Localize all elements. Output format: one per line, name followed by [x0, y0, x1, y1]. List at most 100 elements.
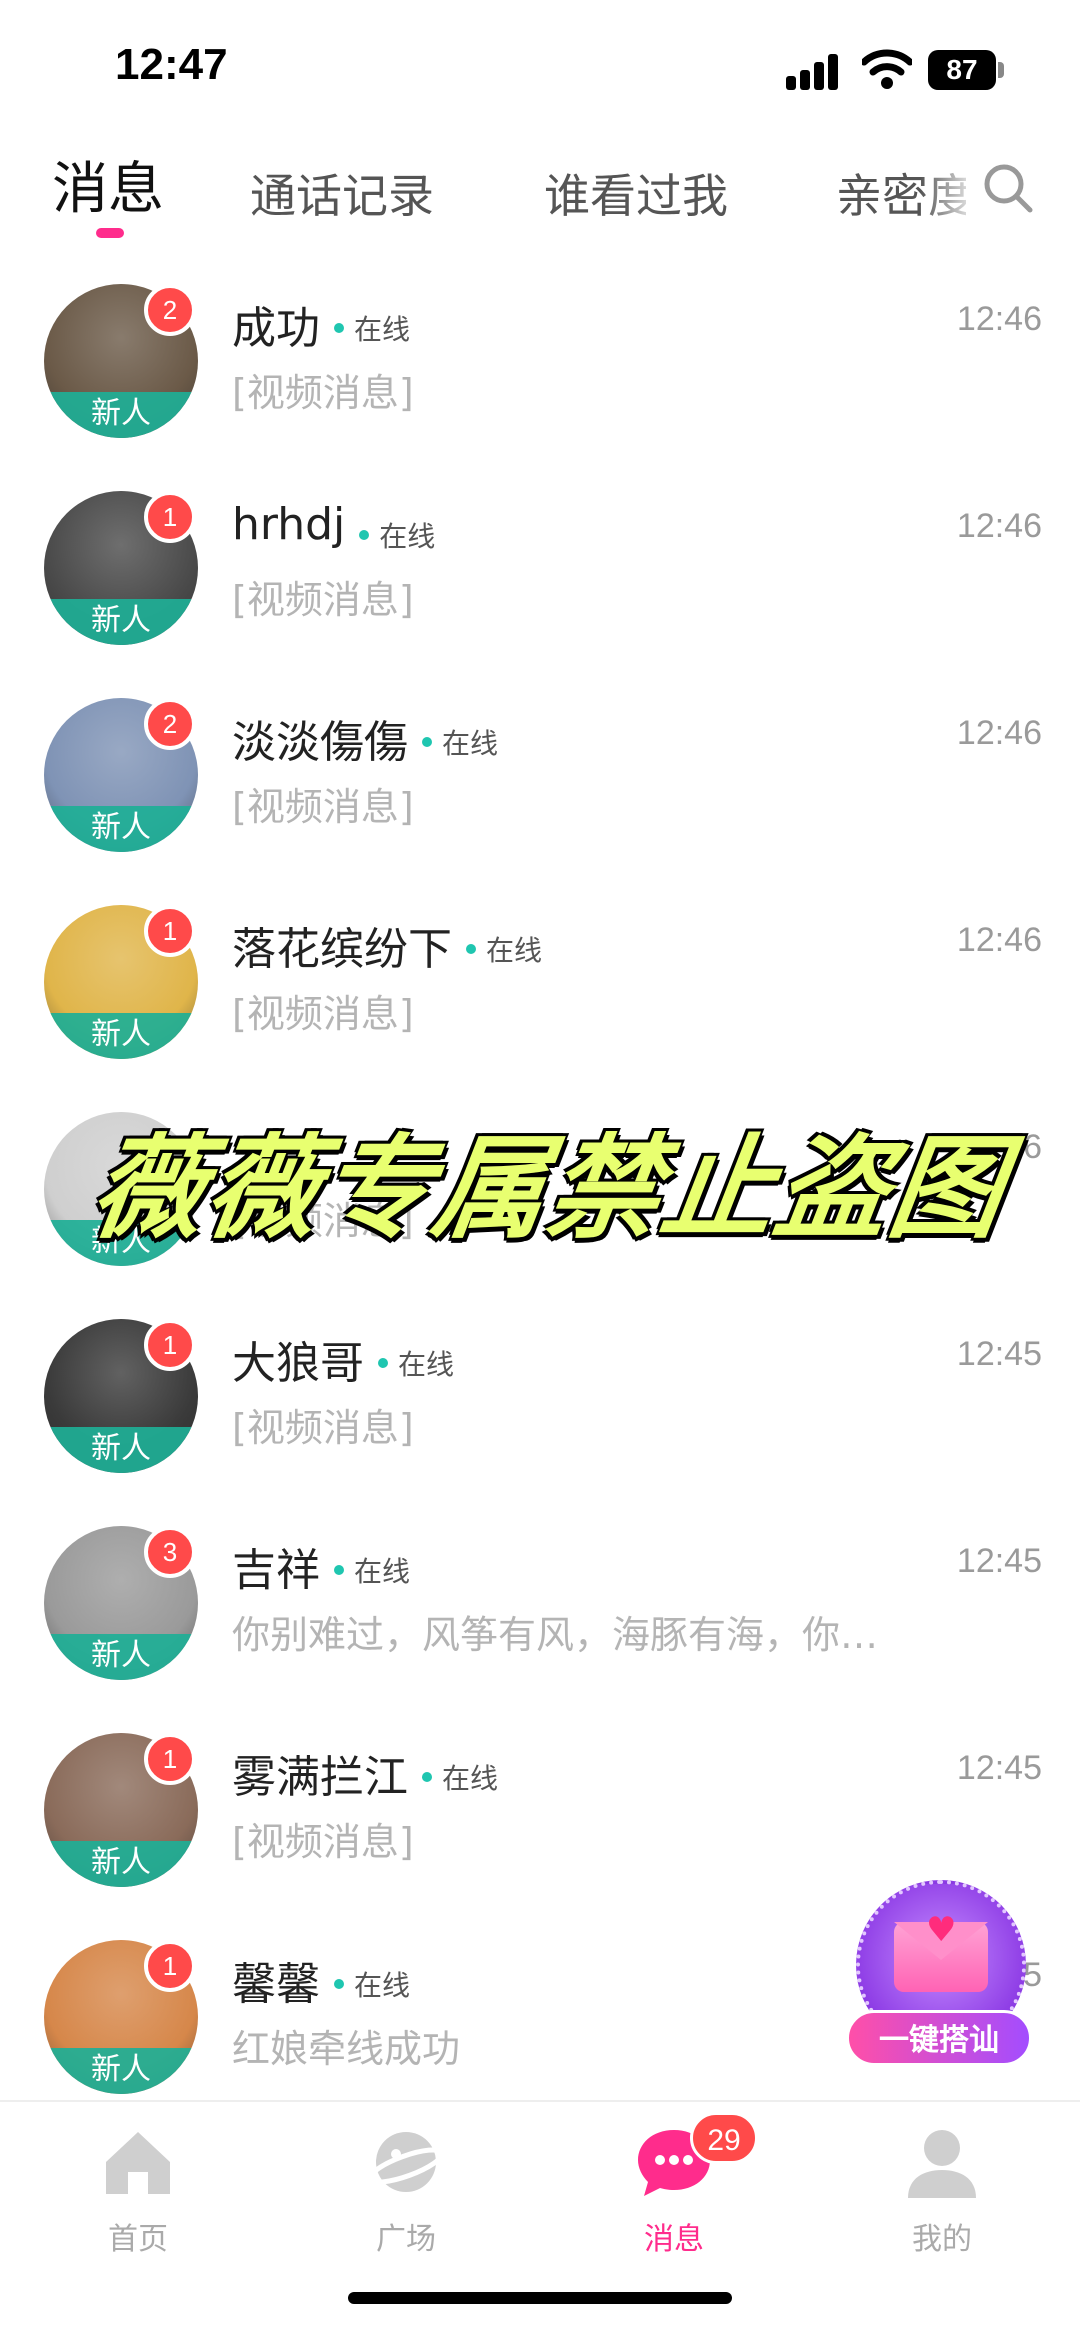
online-dot-icon [334, 1565, 344, 1575]
planet-icon [367, 2132, 445, 2192]
nav-home-label: 首页 [108, 2222, 168, 2257]
message-time: 12:45 [956, 1335, 1042, 1373]
nav-messages-badge: 29 [690, 2112, 758, 2164]
quick-chat-label: 一键搭讪 [846, 2010, 1032, 2066]
online-status: 在线 [422, 722, 498, 762]
online-status-label: 在线 [442, 1762, 499, 1795]
online-status: 在线 [422, 1757, 498, 1797]
nav-mine-label: 我的 [912, 2222, 972, 2257]
conversation-row[interactable]: 新人 1 hrhdj 在线 12:46 [视频消息] [0, 477, 1080, 684]
new-user-tag: 新人 [44, 806, 198, 852]
unread-badge: 1 [144, 905, 196, 957]
conversation-row[interactable]: 新人 2 淡淡傷傷 在线 12:46 [视频消息] [0, 684, 1080, 891]
unread-badge: 1 [144, 1733, 196, 1785]
heart-icon: ♥ [926, 1910, 957, 1950]
contact-name: hrhdj [232, 499, 346, 550]
unread-badge: 3 [144, 1526, 196, 1578]
new-user-tag: 新人 [44, 1013, 198, 1059]
message-preview: [视频消息] [232, 578, 414, 622]
message-time: 12:46 [956, 714, 1042, 752]
tab-who-viewed-me[interactable]: 谁看过我 [544, 160, 728, 226]
new-user-tag: 新人 [44, 2048, 198, 2094]
avatar-container[interactable]: 新人 1 [44, 491, 198, 645]
nav-square[interactable]: 广场 [326, 2122, 486, 2262]
online-dot-icon [422, 1772, 432, 1782]
message-preview: 红娘牵线成功 [232, 2027, 461, 2071]
contact-name: 馨馨 [232, 1959, 320, 2010]
message-time: 12:46 [956, 507, 1042, 545]
avatar-container[interactable]: 新人 2 [44, 284, 198, 438]
wifi-icon [862, 49, 912, 89]
unread-badge: 1 [144, 1940, 196, 1992]
online-dot-icon [334, 323, 344, 333]
conversation-row[interactable]: 新人 1 落花缤纷下 在线 12:46 [视频消息] [0, 891, 1080, 1098]
contact-name: 落花缤纷下 [232, 924, 452, 975]
tab-fade [920, 150, 980, 230]
contact-name: 大狼哥 [232, 1338, 364, 1389]
top-tabs: 消息 通话记录 谁看过我 亲密度 [0, 150, 1080, 260]
message-preview: 你别难过，风筝有风，海豚有海，你… [232, 1613, 879, 1657]
online-dot-icon [334, 1979, 344, 1989]
online-status-label: 在线 [442, 727, 499, 760]
avatar-container[interactable]: 新人 3 [44, 1526, 198, 1680]
unread-badge: 2 [144, 284, 196, 336]
nav-square-label: 广场 [376, 2222, 436, 2257]
message-time: 12:45 [956, 1542, 1042, 1580]
tab-messages[interactable]: 消息 [52, 144, 164, 225]
online-status-label: 在线 [354, 1969, 411, 2002]
conversation-row[interactable]: 新人 1 大狼哥 在线 12:45 [视频消息] [0, 1305, 1080, 1512]
online-dot-icon [378, 1358, 388, 1368]
online-status: 在线 [334, 1550, 410, 1590]
unread-badge: 1 [144, 491, 196, 543]
nav-mine[interactable]: 我的 [862, 2122, 1022, 2262]
home-indicator [348, 2292, 732, 2304]
online-status-label: 在线 [486, 934, 543, 967]
new-user-tag: 新人 [44, 1634, 198, 1680]
online-dot-icon [466, 944, 476, 954]
tab-call-records[interactable]: 通话记录 [250, 160, 434, 226]
message-preview: [视频消息] [232, 371, 414, 415]
message-time: 12:45 [956, 1749, 1042, 1787]
online-status-label: 在线 [398, 1348, 455, 1381]
avatar-container[interactable]: 新人 1 [44, 905, 198, 1059]
online-status-label: 在线 [354, 1555, 411, 1588]
contact-name: 雾满拦江 [232, 1752, 408, 1803]
status-bar: 12:47 87 [0, 0, 1080, 140]
avatar-container[interactable]: 新人 1 [44, 1940, 198, 2094]
contact-name: 成功 [232, 303, 320, 354]
new-user-tag: 新人 [44, 1841, 198, 1887]
watermark-text: 薇薇专属禁止盗图 [83, 1124, 1014, 1254]
avatar-container[interactable]: 新人 2 [44, 698, 198, 852]
user-icon [908, 2130, 976, 2198]
message-time: 12:46 [956, 300, 1042, 338]
online-status: 在线 [359, 515, 435, 555]
nav-messages-label: 消息 [644, 2222, 704, 2257]
online-status: 在线 [378, 1343, 454, 1383]
nav-messages[interactable]: 29 消息 [594, 2112, 758, 2262]
message-preview: [视频消息] [232, 992, 414, 1036]
status-time: 12:47 [115, 40, 228, 89]
online-status-label: 在线 [379, 520, 436, 553]
tab-active-indicator [96, 228, 124, 238]
message-preview: [视频消息] [232, 1820, 414, 1864]
unread-badge: 2 [144, 698, 196, 750]
nav-home[interactable]: 首页 [58, 2122, 218, 2262]
conversation-row[interactable]: 新人 2 成功 在线 12:46 [视频消息] [0, 270, 1080, 477]
unread-badge: 1 [144, 1319, 196, 1371]
home-icon [106, 2132, 170, 2194]
message-preview: [视频消息] [232, 1406, 414, 1450]
contact-name: 吉祥 [232, 1545, 320, 1596]
new-user-tag: 新人 [44, 599, 198, 645]
bottom-nav: 首页 广场 29 消息 我的 [0, 2100, 1080, 2337]
quick-chat-button[interactable]: ♥ 一键搭讪 [846, 1880, 1036, 2070]
message-time: 12:46 [956, 921, 1042, 959]
search-icon[interactable] [980, 160, 1036, 216]
online-status: 在线 [334, 308, 410, 348]
conversation-row[interactable]: 新人 3 吉祥 在线 12:45 你别难过，风筝有风，海豚有海，你… [0, 1512, 1080, 1719]
new-user-tag: 新人 [44, 392, 198, 438]
avatar-container[interactable]: 新人 1 [44, 1319, 198, 1473]
avatar-container[interactable]: 新人 1 [44, 1733, 198, 1887]
new-user-tag: 新人 [44, 1427, 198, 1473]
battery-tip [998, 62, 1004, 78]
contact-name: 淡淡傷傷 [232, 717, 408, 768]
